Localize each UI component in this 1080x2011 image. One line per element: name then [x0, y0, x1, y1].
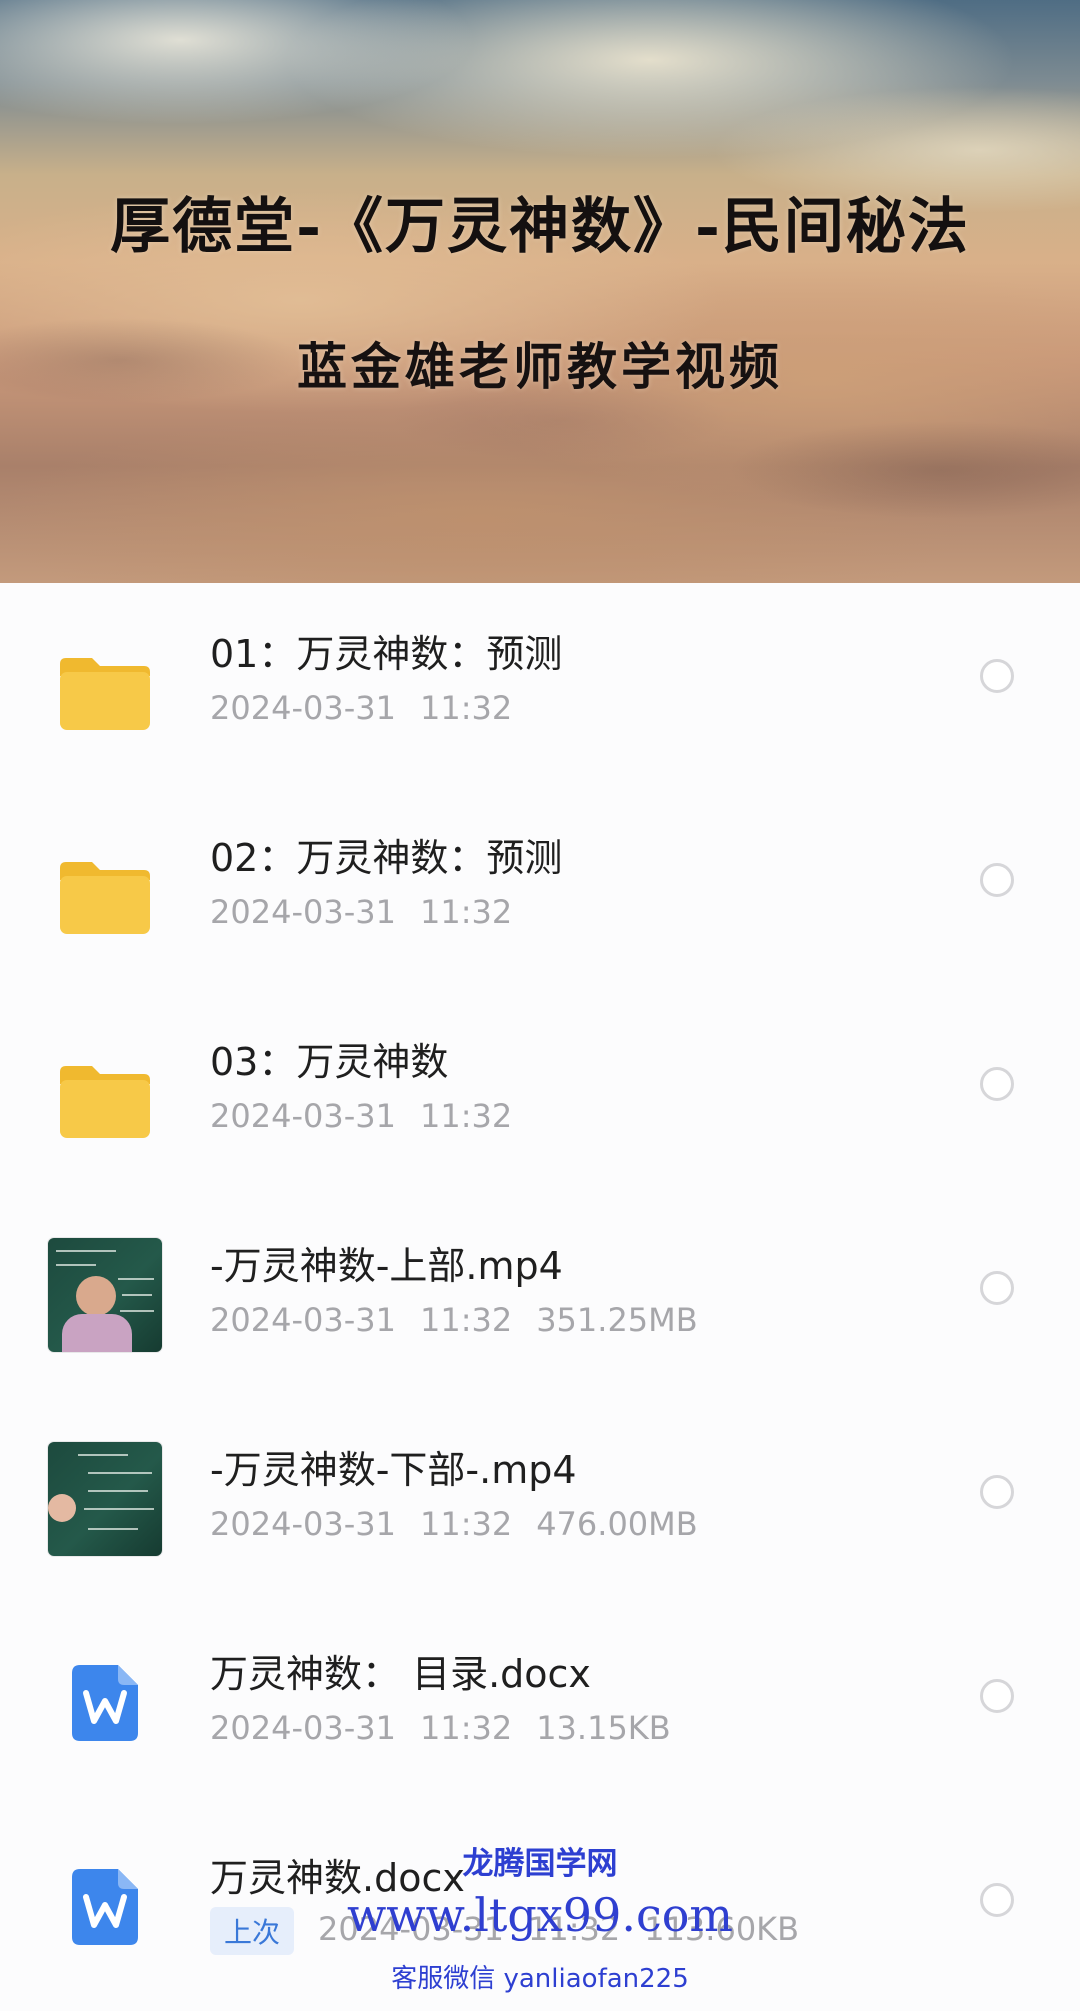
- file-time: 11:32: [419, 893, 513, 931]
- file-time: 11:32: [527, 1910, 621, 1948]
- file-time: 11:32: [419, 1505, 513, 1543]
- select-radio[interactable]: [980, 863, 1014, 897]
- file-row[interactable]: 02：万灵神数：预测 2024-03-31 11:32: [0, 787, 1080, 991]
- banner-subtitle: 蓝金雄老师教学视频: [297, 337, 783, 396]
- file-meta: 2024-03-31 11:32: [210, 893, 536, 931]
- file-name: 02：万灵神数：预测: [210, 836, 563, 880]
- select-radio[interactable]: [980, 1883, 1014, 1917]
- file-row[interactable]: 01：万灵神数：预测 2024-03-31 11:32: [0, 583, 1080, 787]
- file-date: 2024-03-31: [210, 689, 396, 727]
- last-opened-badge: 上次: [210, 1907, 295, 1955]
- file-name: 万灵神数： 目录.docx: [210, 1652, 591, 1696]
- select-radio[interactable]: [980, 1475, 1014, 1509]
- file-date: 2024-03-31: [210, 1301, 396, 1339]
- banner-title: 厚德堂-《万灵神数》-民间秘法: [110, 192, 970, 262]
- folder-icon: [48, 630, 162, 744]
- file-row[interactable]: -万灵神数-上部.mp4 2024-03-31 11:32 351.25MB: [0, 1195, 1080, 1399]
- file-size: 113.60KB: [644, 1910, 800, 1948]
- file-row[interactable]: -万灵神数-下部-.mp4 2024-03-31 11:32 476.00MB: [0, 1399, 1080, 1603]
- folder-icon: [48, 1038, 162, 1152]
- file-date: 2024-03-31: [210, 1709, 396, 1747]
- file-row[interactable]: 03：万灵神数 2024-03-31 11:32: [0, 991, 1080, 1195]
- file-meta: 2024-03-31 11:32 476.00MB: [210, 1505, 722, 1543]
- header-banner-image: 厚德堂-《万灵神数》-民间秘法 蓝金雄老师教学视频: [0, 0, 1080, 583]
- file-time: 11:32: [419, 1097, 513, 1135]
- video-thumbnail: [48, 1442, 162, 1556]
- folder-icon: [48, 834, 162, 948]
- file-size: 13.15KB: [536, 1709, 671, 1747]
- file-meta: 2024-03-31 11:32 13.15KB: [210, 1709, 695, 1747]
- file-date: 2024-03-31: [210, 1097, 396, 1135]
- file-time: 11:32: [419, 689, 513, 727]
- word-doc-icon: [72, 1869, 138, 1945]
- file-size: 351.25MB: [536, 1301, 698, 1339]
- file-date: 2024-03-31: [210, 893, 396, 931]
- select-radio[interactable]: [980, 659, 1014, 693]
- file-name: -万灵神数-上部.mp4: [210, 1244, 563, 1288]
- file-size: 476.00MB: [536, 1505, 698, 1543]
- select-radio[interactable]: [980, 1067, 1014, 1101]
- file-name: 03：万灵神数: [210, 1040, 449, 1084]
- file-row[interactable]: 万灵神数： 目录.docx 2024-03-31 11:32 13.15KB: [0, 1603, 1080, 1807]
- file-date: 2024-03-31: [210, 1505, 396, 1543]
- word-doc-icon: [72, 1665, 138, 1741]
- select-radio[interactable]: [980, 1679, 1014, 1713]
- select-radio[interactable]: [980, 1271, 1014, 1305]
- file-time: 11:32: [419, 1301, 513, 1339]
- file-meta: 上次 2024-03-31 11:32 113.60KB: [210, 1907, 823, 1955]
- file-name: 万灵神数.docx: [210, 1856, 465, 1900]
- file-meta: 2024-03-31 11:32: [210, 689, 536, 727]
- file-time: 11:32: [419, 1709, 513, 1747]
- file-date: 2024-03-31: [318, 1910, 504, 1948]
- file-meta: 2024-03-31 11:32: [210, 1097, 536, 1135]
- file-name: 01：万灵神数：预测: [210, 632, 563, 676]
- file-meta: 2024-03-31 11:32 351.25MB: [210, 1301, 722, 1339]
- video-thumbnail: [48, 1238, 162, 1352]
- file-name: -万灵神数-下部-.mp4: [210, 1448, 577, 1492]
- file-row[interactable]: 万灵神数.docx 上次 2024-03-31 11:32 113.60KB: [0, 1807, 1080, 2011]
